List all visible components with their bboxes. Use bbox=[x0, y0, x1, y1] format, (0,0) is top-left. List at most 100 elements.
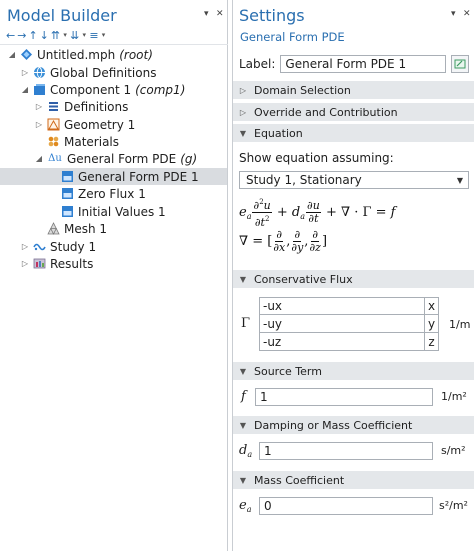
move-down-icon[interactable]: ↓ bbox=[40, 29, 49, 42]
damping-unit: s/m² bbox=[441, 444, 466, 457]
expanded-arrow-icon: ▼ bbox=[239, 420, 247, 430]
tree-item-root[interactable]: ◢ Untitled.mph (root) bbox=[0, 46, 227, 63]
show-icon[interactable]: ⇈ bbox=[51, 29, 60, 42]
model-builder-toolbar: ← → ↑ ↓ ⇈ ▾ ⇊ ▾ ≡ ▾ bbox=[6, 28, 107, 42]
settings-panel: Settings ▾ ✕ General Form PDE Label: Gen… bbox=[232, 0, 474, 551]
tree-item-label: General Form PDE bbox=[67, 151, 177, 166]
study-select-value: Study 1, Stationary bbox=[246, 173, 362, 187]
definitions-icon bbox=[47, 100, 60, 113]
section-title: Mass Coefficient bbox=[254, 473, 345, 487]
tree-item-zero-flux-1[interactable]: Zero Flux 1 bbox=[0, 185, 227, 202]
tree-item-label: Results bbox=[50, 256, 94, 271]
flux-component-label: z bbox=[424, 333, 438, 350]
tree-item-general-form-pde-1[interactable]: General Form PDE 1 bbox=[0, 168, 227, 185]
section-domain-selection[interactable]: ▷ Domain Selection bbox=[233, 80, 474, 99]
label-input[interactable]: General Form PDE 1 bbox=[280, 55, 447, 73]
tree-item-component-1[interactable]: ◢ Component 1 (comp1) bbox=[0, 81, 227, 98]
tree-item-general-form-pde[interactable]: ◢ Δu General Form PDE (g) bbox=[0, 150, 227, 167]
section-override-contribution[interactable]: ▷ Override and Contribution bbox=[233, 102, 474, 121]
pde-node-icon bbox=[61, 170, 74, 183]
pde-node-icon bbox=[61, 205, 74, 218]
collapsed-chevron-icon[interactable]: ▷ bbox=[20, 259, 30, 268]
section-mass[interactable]: ▼ Mass Coefficient bbox=[233, 470, 474, 489]
label-reset-button[interactable] bbox=[451, 55, 469, 73]
expanded-arrow-icon: ▼ bbox=[239, 475, 247, 485]
flux-component-label: x bbox=[424, 298, 438, 314]
collapsed-chevron-icon[interactable]: ▷ bbox=[34, 102, 44, 111]
label-row: Label: General Form PDE 1 bbox=[239, 55, 469, 73]
collapse-dropdown-icon[interactable]: ▾ bbox=[81, 31, 87, 39]
panel-close-icon[interactable]: ✕ bbox=[216, 9, 224, 19]
tree-item-label: General Form PDE 1 bbox=[78, 169, 199, 184]
source-unit: 1/m² bbox=[441, 390, 467, 403]
collapsed-chevron-icon[interactable]: ▷ bbox=[34, 120, 44, 129]
source-symbol: f bbox=[241, 389, 246, 404]
settings-subtitle: General Form PDE bbox=[240, 30, 345, 44]
expanded-chevron-icon[interactable]: ◢ bbox=[34, 154, 44, 163]
expanded-arrow-icon: ▼ bbox=[239, 366, 247, 376]
show-dropdown-icon[interactable]: ▾ bbox=[62, 31, 68, 39]
section-source-term[interactable]: ▼ Source Term bbox=[233, 361, 474, 380]
mesh-icon bbox=[47, 222, 60, 235]
section-title: Equation bbox=[254, 126, 303, 140]
tree-item-label: Initial Values 1 bbox=[78, 204, 166, 219]
back-arrow-icon[interactable]: ← bbox=[6, 29, 15, 42]
section-equation[interactable]: ▼ Equation bbox=[233, 123, 474, 142]
section-conservative-flux[interactable]: ▼ Conservative Flux bbox=[233, 269, 474, 288]
collapse-icon[interactable]: ⇊ bbox=[70, 29, 79, 42]
tree-item-tag: (comp1) bbox=[135, 82, 186, 97]
tree-item-label: Definitions bbox=[64, 99, 129, 114]
forward-arrow-icon[interactable]: → bbox=[17, 29, 26, 42]
panel-close-icon[interactable]: ✕ bbox=[463, 9, 471, 19]
flux-x-input[interactable]: -ux bbox=[260, 298, 424, 314]
pde-equation: ea ∂2u ∂t2 + da ∂u ∂t + ∇ · Γ = f bbox=[239, 198, 396, 229]
expanded-arrow-icon: ▼ bbox=[239, 274, 247, 284]
tree-item-label: Geometry 1 bbox=[64, 117, 136, 132]
section-damping[interactable]: ▼ Damping or Mass Coefficient bbox=[233, 415, 474, 434]
section-title: Override and Contribution bbox=[254, 105, 398, 119]
expanded-arrow-icon: ▼ bbox=[239, 128, 247, 138]
study-select[interactable]: Study 1, Stationary ▼ bbox=[239, 171, 469, 189]
pin-icon[interactable]: ▾ bbox=[204, 9, 209, 19]
tree-item-materials[interactable]: Materials bbox=[0, 133, 227, 150]
tree-item-definitions[interactable]: ▷ Definitions bbox=[0, 98, 227, 115]
tree-item-mesh-1[interactable]: Mesh 1 bbox=[0, 220, 227, 237]
flux-y-input[interactable]: -uy bbox=[260, 315, 424, 332]
toolbar-divider bbox=[0, 44, 228, 45]
pde-node-icon bbox=[61, 187, 74, 200]
tree-item-label: Global Definitions bbox=[50, 65, 157, 80]
tree-item-initial-values-1[interactable]: Initial Values 1 bbox=[0, 203, 227, 220]
pde-icon: Δu bbox=[48, 153, 62, 164]
expanded-chevron-icon[interactable]: ◢ bbox=[20, 85, 30, 94]
damping-input[interactable]: 1 bbox=[259, 442, 433, 460]
edit-label-icon bbox=[454, 59, 466, 69]
collapsed-chevron-icon[interactable]: ▷ bbox=[20, 68, 30, 77]
tree-item-label: Untitled.mph bbox=[37, 47, 116, 62]
geometry-icon bbox=[47, 118, 60, 131]
tree-item-results[interactable]: ▷ Results bbox=[0, 255, 227, 272]
tree-item-global-definitions[interactable]: ▷ Global Definitions bbox=[0, 64, 227, 81]
source-term-input[interactable]: 1 bbox=[255, 388, 433, 406]
mass-input[interactable]: 0 bbox=[259, 497, 433, 515]
mass-symbol: ea bbox=[239, 498, 251, 514]
damping-symbol: da bbox=[239, 443, 252, 459]
tree-item-study-1[interactable]: ▷ Study 1 bbox=[0, 238, 227, 255]
pin-icon[interactable]: ▾ bbox=[451, 9, 456, 19]
mph-file-icon bbox=[20, 48, 33, 61]
tree-item-geometry-1[interactable]: ▷ Geometry 1 bbox=[0, 116, 227, 133]
expanded-chevron-icon[interactable]: ◢ bbox=[7, 50, 17, 59]
flux-unit: 1/m bbox=[449, 318, 471, 331]
show-equation-label: Show equation assuming: bbox=[239, 151, 394, 165]
section-title: Damping or Mass Coefficient bbox=[254, 418, 413, 432]
collapsed-chevron-icon[interactable]: ▷ bbox=[20, 242, 30, 251]
move-up-icon[interactable]: ↑ bbox=[28, 29, 37, 42]
dropdown-caret-icon: ▼ bbox=[456, 176, 463, 185]
settings-title: Settings bbox=[239, 6, 305, 25]
expand-icon[interactable]: ≡ bbox=[89, 29, 98, 42]
label-caption: Label: bbox=[239, 57, 276, 71]
tree-item-label: Zero Flux 1 bbox=[78, 186, 146, 201]
tree-item-label: Mesh 1 bbox=[64, 221, 108, 236]
expand-dropdown-icon[interactable]: ▾ bbox=[101, 31, 107, 39]
mass-unit: s²/m² bbox=[439, 499, 468, 512]
flux-z-input[interactable]: -uz bbox=[260, 333, 424, 350]
